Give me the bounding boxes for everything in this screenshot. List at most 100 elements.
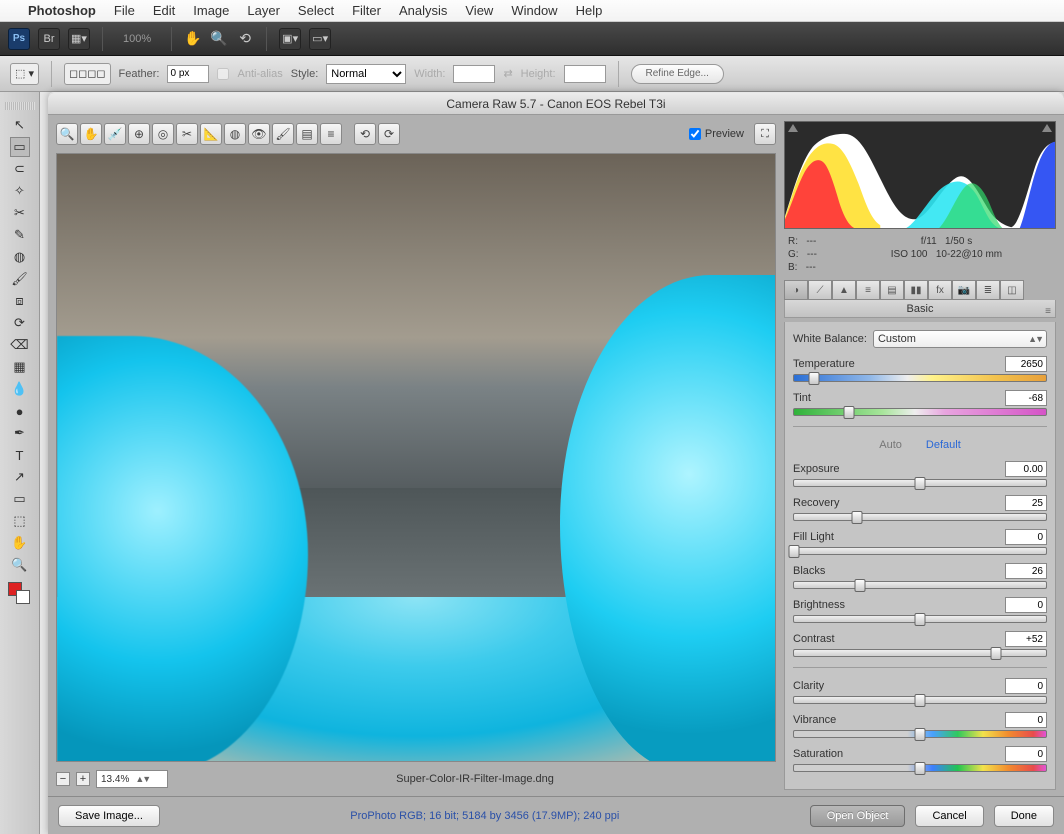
tab-hsl[interactable]: ≡ [856, 280, 880, 300]
history-brush-tool[interactable]: ⟳ [10, 313, 30, 333]
clarity-slider[interactable]: Clarity [793, 678, 1047, 704]
zoom-tool-icon[interactable]: 🔍 [210, 30, 228, 48]
open-object-button[interactable]: Open Object [810, 805, 906, 827]
saturation-slider[interactable]: Saturation [793, 746, 1047, 772]
tab-detail[interactable]: ▲ [832, 280, 856, 300]
hand-tool-cr[interactable]: ✋ [80, 123, 102, 145]
tab-lens[interactable]: ▮▮ [904, 280, 928, 300]
contrast-slider[interactable]: Contrast [793, 631, 1047, 657]
dodge-tool[interactable]: ● [10, 401, 30, 421]
tool-preset[interactable]: ⬚ ▾ [10, 63, 39, 85]
rotate-cw-tool[interactable]: ⟳ [378, 123, 400, 145]
panel-menu-icon[interactable]: ≡ [1045, 303, 1051, 321]
hand-tool-icon[interactable]: ✋ [184, 30, 202, 48]
pen-tool[interactable]: ✒ [10, 423, 30, 443]
done-button[interactable]: Done [994, 805, 1054, 827]
menu-file[interactable]: File [114, 3, 135, 18]
menu-edit[interactable]: Edit [153, 3, 175, 18]
tab-snap[interactable]: ◫ [1000, 280, 1024, 300]
recovery-value[interactable] [1005, 495, 1047, 511]
recovery-slider[interactable]: Recovery [793, 495, 1047, 521]
redeye-tool[interactable]: 👁 [248, 123, 270, 145]
tab-basic[interactable]: ◑ [784, 280, 808, 300]
zoom-tool-cr[interactable]: 🔍 [56, 123, 78, 145]
menu-filter[interactable]: Filter [352, 3, 381, 18]
grad-filter-tool[interactable]: ▤ [296, 123, 318, 145]
eraser-tool[interactable]: ⌫ [10, 335, 30, 355]
color-swatches[interactable] [6, 582, 34, 602]
menu-window[interactable]: Window [511, 3, 557, 18]
saturation-value[interactable] [1005, 746, 1047, 762]
tint-value[interactable] [1005, 390, 1047, 406]
arrange-docs-button[interactable]: ▣▾ [279, 28, 301, 50]
adjust-brush-tool[interactable]: 🖌 [272, 123, 294, 145]
wand-tool[interactable]: ✧ [10, 181, 30, 201]
menu-select[interactable]: Select [298, 3, 334, 18]
background-color[interactable] [16, 590, 30, 604]
menu-analysis[interactable]: Analysis [399, 3, 447, 18]
tab-preset[interactable]: ≣ [976, 280, 1000, 300]
clarity-value[interactable] [1005, 678, 1047, 694]
histogram[interactable] [784, 121, 1056, 229]
zoom-tool[interactable]: 🔍 [10, 555, 30, 575]
menu-image[interactable]: Image [193, 3, 229, 18]
crop-tool-cr[interactable]: ✂ [176, 123, 198, 145]
zoom-field[interactable]: 13.4%▲▼ [96, 770, 168, 788]
path-tool[interactable]: ↗ [10, 467, 30, 487]
style-select[interactable]: Normal [326, 64, 406, 84]
prefs-tool[interactable]: ≡ [320, 123, 342, 145]
zoom-level[interactable]: 100% [115, 33, 159, 45]
type-tool[interactable]: T [10, 445, 30, 465]
eyedropper-tool[interactable]: ✎ [10, 225, 30, 245]
target-adjust-tool[interactable]: ◎ [152, 123, 174, 145]
ps-logo-icon[interactable]: Ps [8, 28, 30, 50]
tint-slider[interactable]: Tint [793, 390, 1047, 416]
hand-tool[interactable]: ✋ [10, 533, 30, 553]
feather-input[interactable] [167, 65, 209, 83]
brightness-slider[interactable]: Brightness [793, 597, 1047, 623]
brush-tool[interactable]: 🖌 [10, 269, 30, 289]
fullscreen-toggle[interactable]: ⛶ [754, 123, 776, 145]
stamp-tool[interactable]: ⧈ [10, 291, 30, 311]
marquee-tool[interactable]: ▭ [10, 137, 30, 157]
exposure-value[interactable] [1005, 461, 1047, 477]
fill-slider[interactable]: Fill Light [793, 529, 1047, 555]
refine-edge-button[interactable]: Refine Edge... [631, 64, 724, 84]
shape-tool[interactable]: ▭ [10, 489, 30, 509]
save-image-button[interactable]: Save Image... [58, 805, 160, 827]
menu-layer[interactable]: Layer [247, 3, 280, 18]
menu-help[interactable]: Help [576, 3, 603, 18]
gradient-tool[interactable]: ▦ [10, 357, 30, 377]
spot-tool[interactable]: ◍ [224, 123, 246, 145]
blacks-value[interactable] [1005, 563, 1047, 579]
brightness-value[interactable] [1005, 597, 1047, 613]
wb-tool[interactable]: 💉 [104, 123, 126, 145]
fill-value[interactable] [1005, 529, 1047, 545]
3d-tool[interactable]: ⬚ [10, 511, 30, 531]
app-name[interactable]: Photoshop [28, 3, 96, 18]
temperature-slider[interactable]: Temperature [793, 356, 1047, 382]
rotate-ccw-tool[interactable]: ⟲ [354, 123, 376, 145]
preview-checkbox[interactable] [689, 128, 701, 140]
workflow-info[interactable]: ProPhoto RGB; 16 bit; 5184 by 3456 (17.9… [170, 810, 800, 822]
contrast-value[interactable] [1005, 631, 1047, 647]
crop-tool[interactable]: ✂ [10, 203, 30, 223]
screen-mode2-button[interactable]: ▭▾ [309, 28, 331, 50]
marquee-mode-group[interactable]: ◻◻◻◻ [64, 63, 111, 85]
blacks-slider[interactable]: Blacks [793, 563, 1047, 589]
rotate-view-icon[interactable]: ⟲ [236, 30, 254, 48]
auto-link[interactable]: Auto [879, 439, 902, 451]
temperature-value[interactable] [1005, 356, 1047, 372]
tab-cal[interactable]: 📷 [952, 280, 976, 300]
tab-curve[interactable]: ⟋ [808, 280, 832, 300]
wb-select[interactable]: Custom▲▼ [873, 330, 1047, 348]
move-tool[interactable]: ↖ [10, 115, 30, 135]
default-link[interactable]: Default [926, 439, 961, 451]
zoom-in-button[interactable]: + [76, 772, 90, 786]
bridge-button[interactable]: Br [38, 28, 60, 50]
palette-grip[interactable] [5, 102, 35, 110]
tab-split[interactable]: ▤ [880, 280, 904, 300]
lasso-tool[interactable]: ⊂ [10, 159, 30, 179]
blur-tool[interactable]: 💧 [10, 379, 30, 399]
vibrance-value[interactable] [1005, 712, 1047, 728]
